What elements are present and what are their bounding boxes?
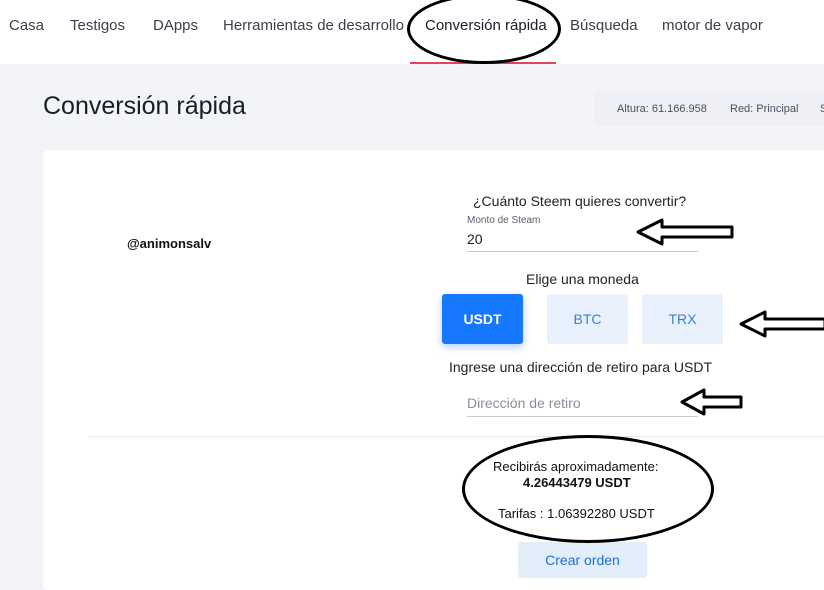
amount-question: ¿Cuánto Steem quieres convertir? xyxy=(473,193,687,209)
receive-value: 4.26443479 USDT xyxy=(523,475,631,490)
amount-field-label: Monto de Steam xyxy=(467,215,541,226)
nav-item-dapps[interactable]: DApps xyxy=(153,17,198,34)
fees-text: Tarifas : 1.06392280 USDT xyxy=(498,506,655,521)
receive-label: Recibirás aproximadamente: xyxy=(493,459,659,474)
divider xyxy=(88,436,824,437)
coin-button-trx[interactable]: TRX xyxy=(642,294,723,344)
active-tab-underline xyxy=(410,62,556,64)
nav-item-herramientas[interactable]: Herramientas de desarrollo xyxy=(223,17,404,34)
nav-item-testigos[interactable]: Testigos xyxy=(70,17,125,34)
top-nav: Casa Testigos DApps Herramientas de desa… xyxy=(0,0,824,64)
nav-item-motor-de-vapor[interactable]: motor de vapor xyxy=(662,17,763,34)
nav-item-busqueda[interactable]: Búsqueda xyxy=(570,17,638,34)
withdraw-address-input[interactable] xyxy=(467,390,698,417)
nav-item-casa[interactable]: Casa xyxy=(9,17,44,34)
username: @animonsalv xyxy=(127,236,212,251)
coin-button-usdt[interactable]: USDT xyxy=(442,294,523,344)
conversion-card: @animonsalv ¿Cuánto Steem quieres conver… xyxy=(43,150,824,590)
network-status-box: Altura: 61.166.958 Red: Principal S xyxy=(594,92,824,126)
page-title: Conversión rápida xyxy=(43,92,246,120)
choose-coin-label: Elige una moneda xyxy=(526,271,639,287)
withdraw-address-label: Ingrese una dirección de retiro para USD… xyxy=(449,359,713,375)
coin-button-btc[interactable]: BTC xyxy=(547,294,628,344)
steem-amount-input[interactable] xyxy=(467,227,698,252)
network-label: Red: Principal xyxy=(730,103,799,115)
status-extra: S xyxy=(820,103,824,115)
block-height: Altura: 61.166.958 xyxy=(617,103,707,115)
nav-item-conversion-rapida[interactable]: Conversión rápida xyxy=(425,17,547,34)
